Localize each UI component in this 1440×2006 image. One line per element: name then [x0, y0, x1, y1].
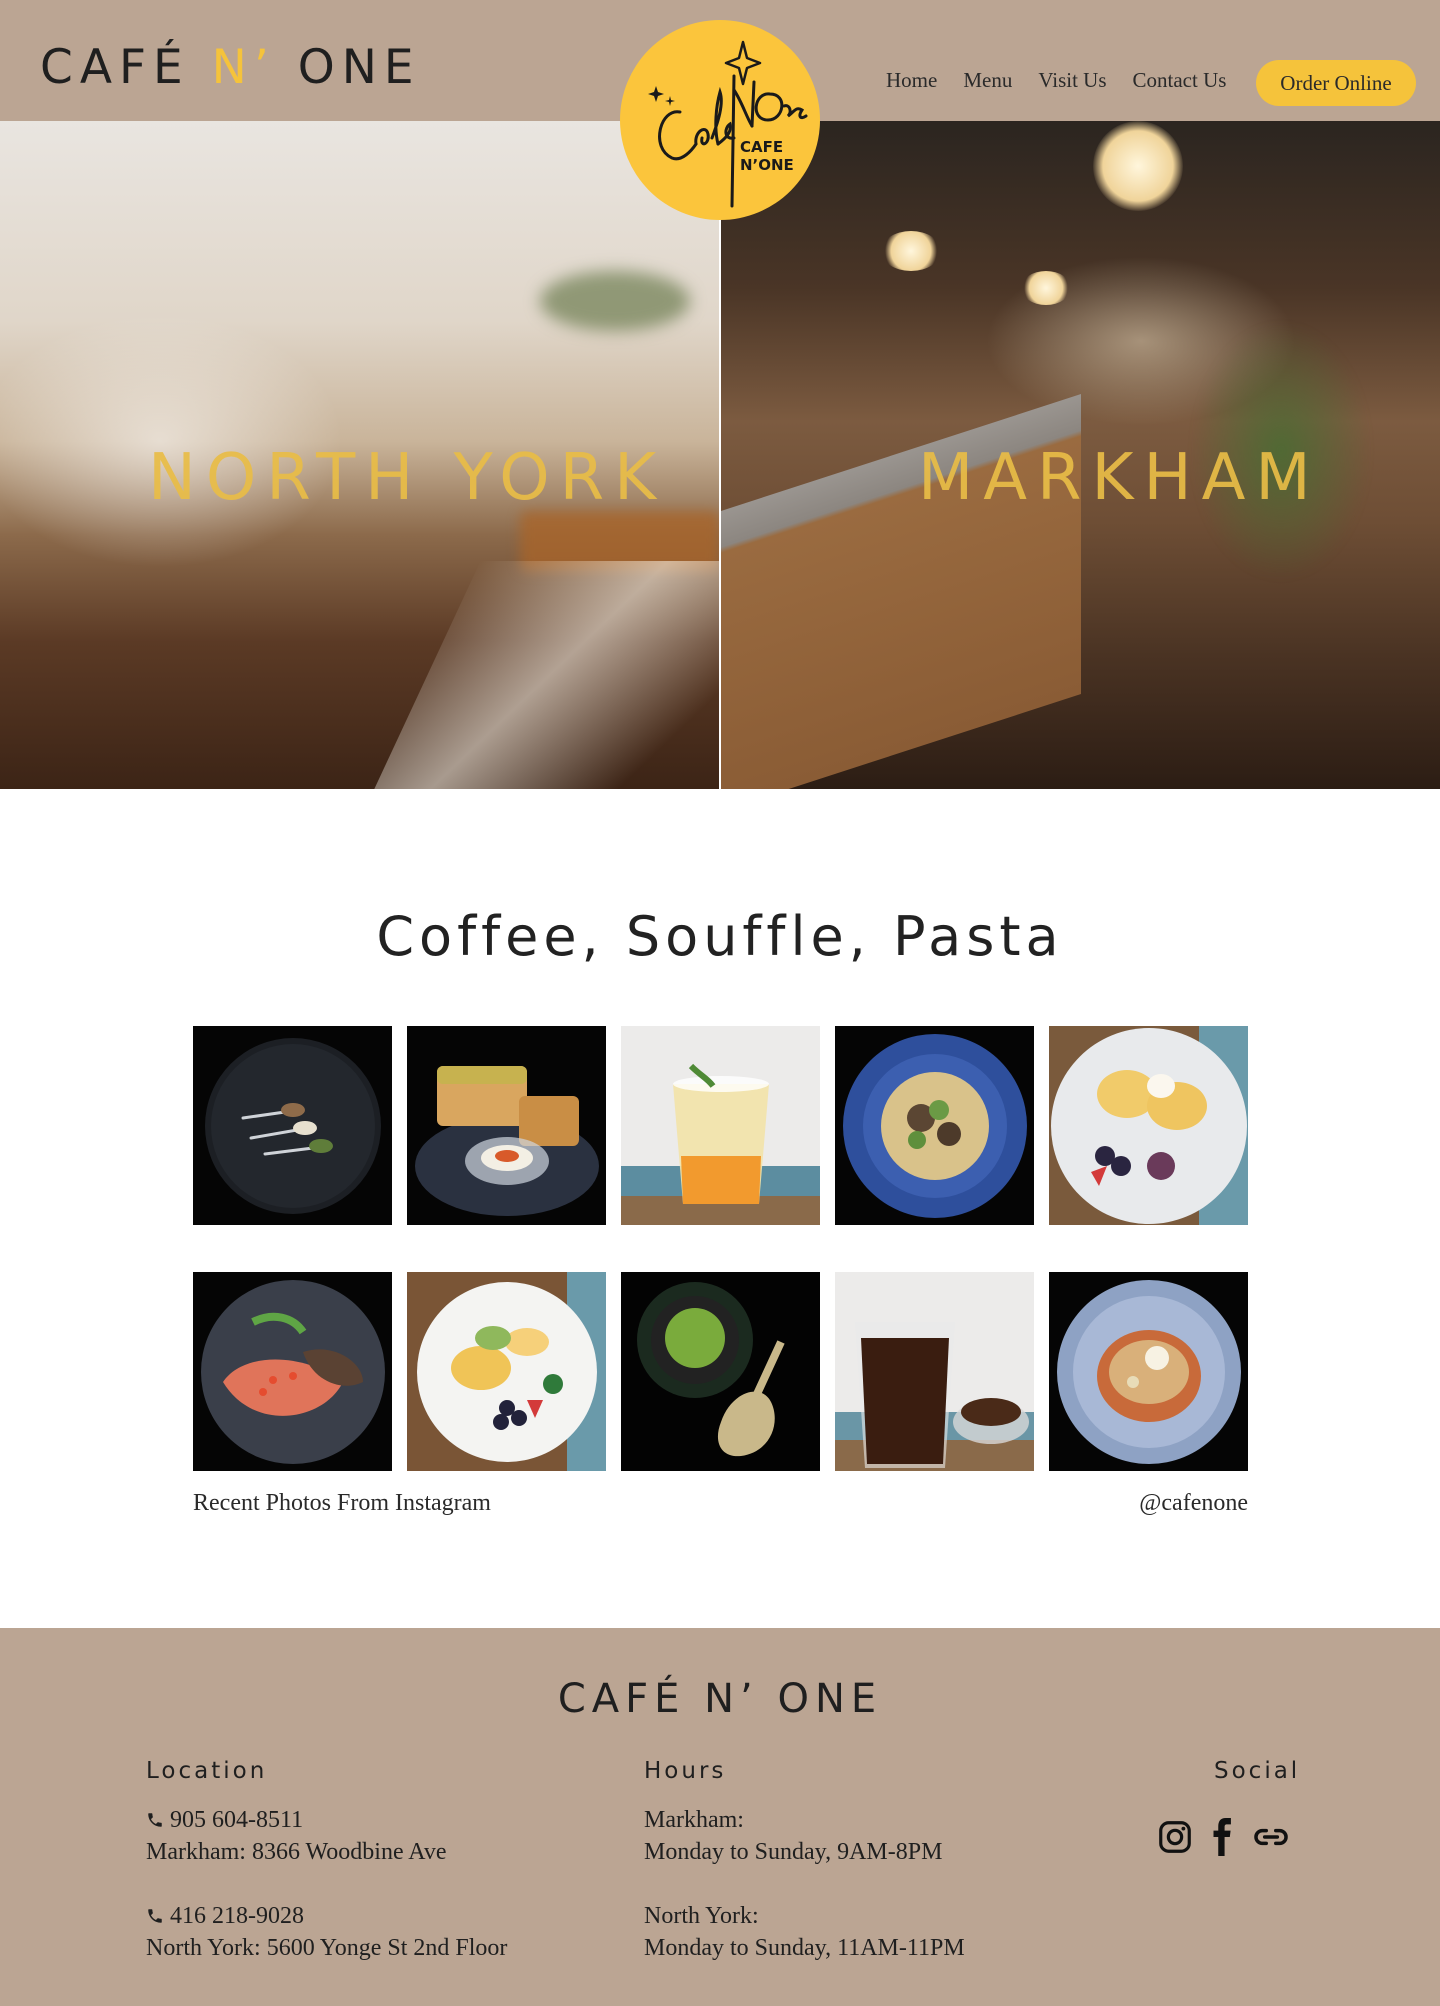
instagram-icon[interactable] [1156, 1818, 1194, 1861]
photo-pancake-fruit[interactable] [407, 1272, 606, 1471]
logo-text-cafe: CAFE [740, 138, 783, 156]
social-title: Social [1214, 1758, 1301, 1784]
instagram-caption: Recent Photos From Instagram [193, 1490, 491, 1516]
photo-orange-drink[interactable] [621, 1026, 820, 1225]
markham-title[interactable]: MARKHAM [918, 441, 1321, 515]
phone-number: 905 604-8511 [170, 1807, 304, 1833]
brand-word-one: ONE [297, 40, 421, 95]
photo-matcha[interactable] [621, 1272, 820, 1471]
brand-wordmark[interactable]: CAFÉ N’ ONE [40, 40, 421, 95]
hours-block-north-york: North York: Monday to Sunday, 11AM-11PM [644, 1900, 965, 1964]
photo-mushroom-pasta[interactable] [835, 1026, 1034, 1225]
phone-icon [148, 1813, 162, 1827]
address-markham: Markham: 8366 Woodbine Ave [146, 1839, 447, 1865]
pendant-lamp [881, 231, 941, 271]
social-links [1156, 1818, 1290, 1861]
location-title: Location [146, 1758, 268, 1784]
logo-text-none: N’ONE [740, 156, 794, 174]
hours-time-markham: Monday to Sunday, 9AM-8PM [644, 1839, 943, 1865]
floor-light-decor [359, 561, 719, 789]
hours-location-markham: Markham: [644, 1807, 744, 1833]
nav-home[interactable]: Home [886, 68, 937, 93]
phone-markham[interactable]: 905 604-8511 [146, 1804, 446, 1836]
instagram-handle-link[interactable]: @cafenone [1100, 1490, 1248, 1517]
hours-time-north-york: Monday to Sunday, 11AM-11PM [644, 1935, 965, 1961]
locations-hero: NORTH YORK MARKHAM [0, 121, 1440, 789]
photo-iced-coffee[interactable] [835, 1272, 1034, 1471]
logo-badge[interactable]: CAFE N’ONE [620, 20, 820, 220]
gallery-title: Coffee, Souffle, Pasta [376, 905, 1064, 968]
hours-location-north-york: North York: [644, 1903, 759, 1929]
location-block-markham: 905 604-8511 Markham: 8366 Woodbine Ave [146, 1804, 446, 1868]
footer-brand: CAFÉ N’ ONE [557, 1676, 883, 1722]
photo-spices[interactable] [193, 1026, 392, 1225]
main-nav: Home Menu Visit Us Contact Us [886, 68, 1252, 93]
hours-block-markham: Markham: Monday to Sunday, 9AM-8PM [644, 1804, 942, 1868]
photo-salmon-plate[interactable] [193, 1272, 392, 1471]
phone-icon [148, 1909, 162, 1923]
photo-souffle-pancakes[interactable] [1049, 1026, 1248, 1225]
pendant-lamp [1093, 121, 1183, 211]
instagram-gallery [193, 1026, 1248, 1471]
brand-word-cafe: CAFÉ [40, 40, 190, 95]
phone-number: 416 218-9028 [170, 1903, 304, 1929]
address-north-york: North York: 5600 Yonge St 2nd Floor [146, 1935, 508, 1961]
nav-visit-us[interactable]: Visit Us [1038, 68, 1106, 93]
brand-word-n: N’ [211, 40, 276, 95]
facebook-icon[interactable] [1208, 1818, 1238, 1861]
logo-artwork: CAFE N’ONE [648, 40, 808, 208]
hours-title: Hours [644, 1758, 727, 1784]
site-footer: CAFÉ N’ ONE Location 905 604-8511 Markha… [0, 1628, 1440, 2006]
photo-garlic-toast[interactable] [407, 1026, 606, 1225]
pendant-lamp [1021, 271, 1071, 305]
nav-contact-us[interactable]: Contact Us [1133, 68, 1227, 93]
link-icon[interactable] [1252, 1818, 1290, 1861]
north-york-title[interactable]: NORTH YORK [148, 441, 666, 515]
plant-decor [540, 271, 690, 331]
nav-menu[interactable]: Menu [963, 68, 1012, 93]
photo-spaghetti[interactable] [1049, 1272, 1248, 1471]
phone-north-york[interactable]: 416 218-9028 [146, 1900, 507, 1932]
location-block-north-york: 416 218-9028 North York: 5600 Yonge St 2… [146, 1900, 507, 1964]
order-online-button[interactable]: Order Online [1256, 60, 1416, 106]
hero-divider [719, 121, 721, 789]
